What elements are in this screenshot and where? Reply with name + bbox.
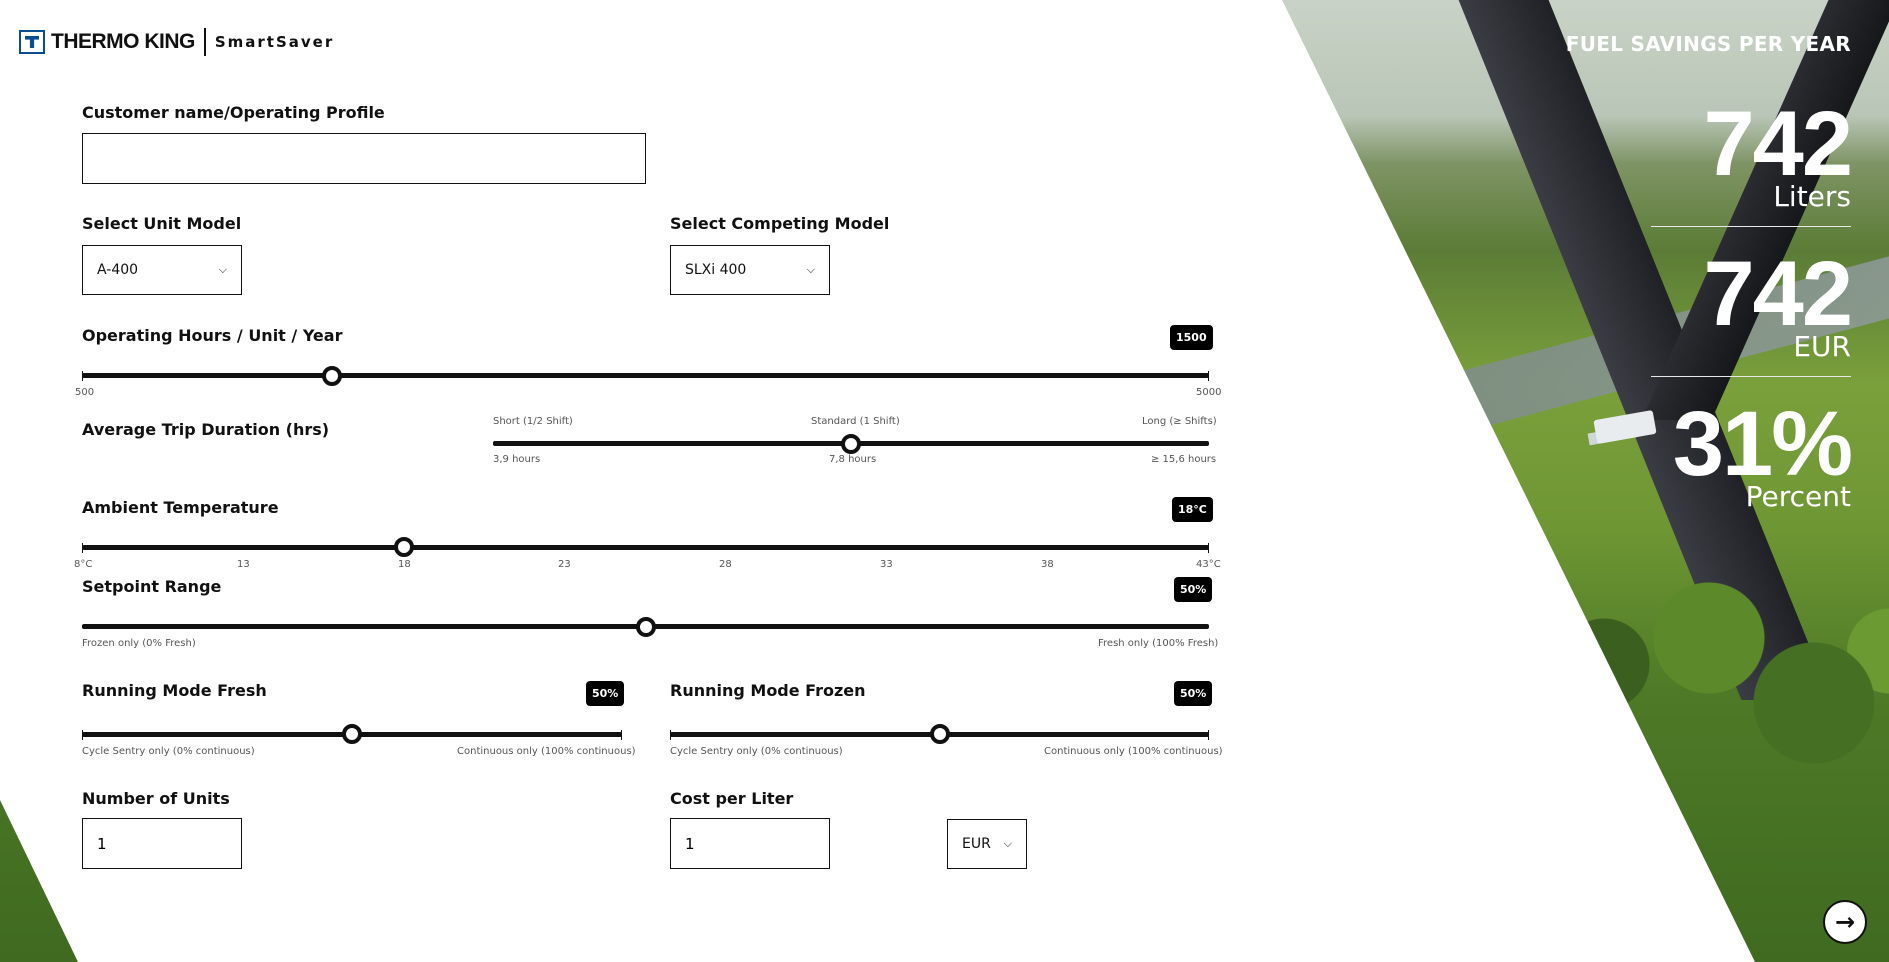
cost-input[interactable] [670, 818, 830, 869]
setpoint-max: Fresh only (100% Fresh) [1098, 638, 1219, 649]
currency-savings-value: 742 [1703, 243, 1853, 345]
next-button[interactable]: → [1823, 900, 1867, 944]
mode-fresh-badge: 50% [586, 681, 625, 706]
trip-standard-label: Standard (1 Shift) [811, 416, 900, 427]
ambient-tick-label: 23 [558, 559, 571, 570]
mode-fresh-tick-end [621, 730, 622, 740]
mode-fresh-thumb[interactable] [342, 724, 362, 744]
mode-frozen-max: Continuous only (100% continuous) [1044, 746, 1223, 757]
ambient-temp-badge: 18°C [1172, 497, 1213, 522]
ambient-temp-tick-end [1208, 543, 1209, 553]
setpoint-thumb[interactable] [636, 617, 656, 637]
results-divider [1651, 226, 1851, 227]
trip-short-hours: 3,9 hours [493, 454, 541, 465]
product-name: SmartSaver [214, 33, 335, 51]
setpoint-label: Setpoint Range [82, 577, 222, 596]
results-title: FUEL SAVINGS PER YEAR [1565, 32, 1851, 56]
liters-value: 742 [1703, 93, 1853, 195]
operating-hours-track[interactable] [82, 373, 1209, 378]
percent-value: 31% [1672, 393, 1853, 495]
chevron-down-icon: ⌵ [218, 263, 227, 276]
trip-duration-label: Average Trip Duration (hrs) [82, 420, 330, 439]
operating-hours-label: Operating Hours / Unit / Year [82, 326, 343, 345]
results-divider [1651, 376, 1851, 377]
trip-long-label: Long (≥ Shifts) [1142, 416, 1217, 427]
operating-hours-max: 5000 [1196, 387, 1222, 398]
brand-name: THERMO KING [51, 30, 195, 53]
operating-hours-badge: 1500 [1170, 325, 1213, 350]
ambient-tick-label: 28 [719, 559, 732, 570]
units-label: Number of Units [82, 789, 230, 808]
cost-label: Cost per Liter [670, 789, 794, 808]
mode-fresh-max: Continuous only (100% continuous) [457, 746, 636, 757]
ambient-tick-label: 8°C [74, 559, 93, 570]
ambient-tick-label: 33 [880, 559, 893, 570]
operating-hours-min: 500 [75, 387, 95, 398]
ambient-temp-tick-start [82, 543, 83, 553]
mode-frozen-tick-start [670, 730, 671, 740]
setpoint-min: Frozen only (0% Fresh) [82, 638, 196, 649]
currency-savings-unit: EUR [1793, 330, 1851, 363]
brand-logo: THERMO KING SmartSaver [19, 28, 334, 56]
mode-fresh-tick-start [82, 730, 83, 740]
trip-short-label: Short (1/2 Shift) [493, 416, 573, 427]
trip-duration-thumb[interactable] [841, 434, 861, 454]
unit-model-value: A-400 [97, 262, 139, 278]
currency-select[interactable]: EUR ⌵ [947, 819, 1027, 869]
operating-hours-tick-end [1208, 371, 1209, 381]
operating-hours-thumb[interactable] [322, 366, 342, 386]
ambient-tick-label: 38 [1041, 559, 1054, 570]
unit-model-label: Select Unit Model [82, 214, 242, 233]
competing-model-select[interactable]: SLXi 400 ⌵ [670, 245, 830, 295]
mode-frozen-tick-end [1208, 730, 1209, 740]
customer-input[interactable] [82, 133, 646, 184]
ambient-tick-label: 43°C [1196, 559, 1221, 570]
mode-frozen-thumb[interactable] [930, 724, 950, 744]
arrow-right-icon: → [1834, 908, 1856, 936]
competing-model-value: SLXi 400 [685, 262, 747, 278]
ambient-tick-label: 13 [237, 559, 250, 570]
mode-fresh-label: Running Mode Fresh [82, 681, 267, 700]
logo-divider [203, 28, 206, 56]
percent-unit: Percent [1745, 480, 1851, 513]
mode-frozen-label: Running Mode Frozen [670, 681, 866, 700]
thermo-king-logo-icon [19, 30, 45, 54]
trip-standard-hours: 7,8 hours [829, 454, 877, 465]
ambient-temp-thumb[interactable] [394, 537, 414, 557]
currency-value: EUR [962, 836, 991, 852]
unit-model-select[interactable]: A-400 ⌵ [82, 245, 242, 295]
setpoint-badge: 50% [1174, 577, 1213, 602]
ambient-temp-track[interactable] [82, 545, 1209, 550]
units-input[interactable] [82, 818, 242, 869]
liters-unit: Liters [1773, 180, 1851, 213]
ambient-tick-label: 18 [398, 559, 411, 570]
results-panel: FUEL SAVINGS PER YEAR 742 Liters 742 EUR… [1566, 30, 1853, 550]
competing-model-label: Select Competing Model [670, 214, 890, 233]
mode-fresh-min: Cycle Sentry only (0% continuous) [82, 746, 255, 757]
trip-long-hours: ≥ 15,6 hours [1151, 454, 1217, 465]
mode-frozen-badge: 50% [1174, 681, 1213, 706]
chevron-down-icon: ⌵ [806, 263, 815, 276]
chevron-down-icon: ⌵ [1003, 837, 1012, 850]
mode-frozen-min: Cycle Sentry only (0% continuous) [670, 746, 843, 757]
ambient-temp-label: Ambient Temperature [82, 498, 279, 517]
customer-label: Customer name/Operating Profile [82, 103, 385, 122]
operating-hours-tick-start [82, 371, 83, 381]
